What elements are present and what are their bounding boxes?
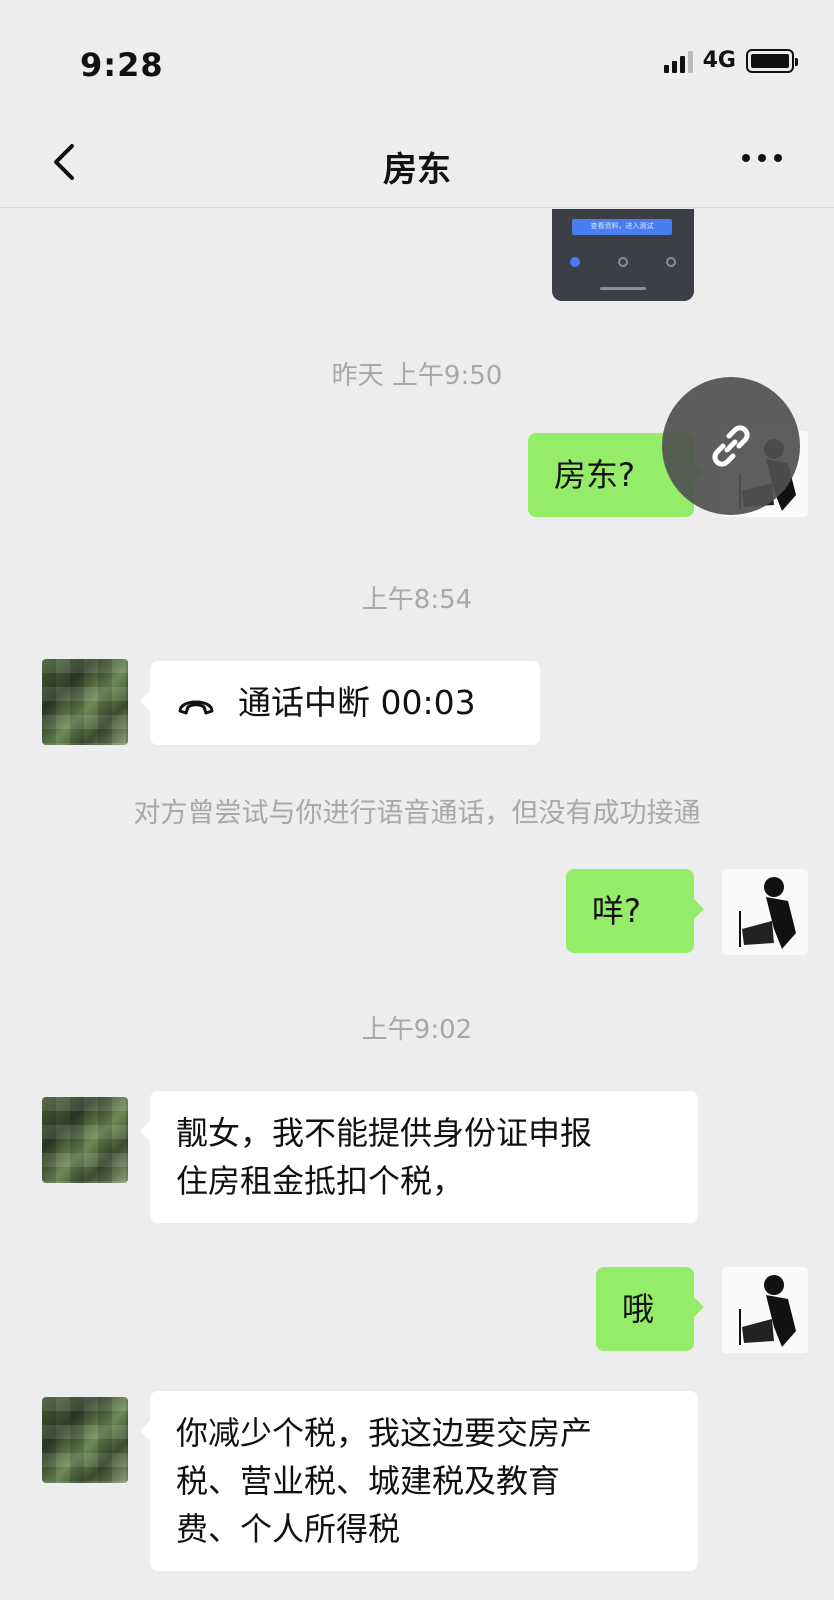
message-line: 税、营业税、城建税及教育: [176, 1462, 561, 1500]
signal-icon: [663, 49, 693, 73]
timestamp: 上午9:02: [361, 1015, 473, 1045]
image-message-thumbnail[interactable]: 查看资料，进入测试: [552, 209, 694, 301]
self-message-bubble[interactable]: 咩?: [566, 869, 704, 953]
message-line: 你减少个税，我这边要交房产: [176, 1414, 593, 1452]
thumbnail-home-indicator: [600, 287, 646, 290]
message-line: 住房租金抵扣个税，: [176, 1162, 465, 1200]
self-avatar[interactable]: [722, 869, 808, 955]
landlord-avatar[interactable]: [42, 1097, 128, 1183]
status-bar: 9:28 4G: [0, 0, 834, 120]
message-list[interactable]: 查看资料，进入测试 昨天 上午9:50 房东? 上午8:54 通话中断 00:0…: [0, 209, 834, 1600]
hangup-phone-icon: [178, 700, 214, 714]
landlord-message-bubble[interactable]: 你减少个税，我这边要交房产 税、营业税、城建税及教育 费、个人所得税: [140, 1391, 698, 1571]
message-line: 靓女，我不能提供身份证申报: [176, 1114, 593, 1152]
ellipsis-icon[interactable]: [742, 148, 792, 168]
chat-title: 房东: [383, 150, 451, 190]
self-message-bubble[interactable]: 哦: [596, 1267, 704, 1351]
status-time: 9:28: [80, 46, 164, 84]
call-message-bubble[interactable]: 通话中断 00:03: [140, 661, 540, 745]
status-indicators: 4G: [663, 48, 798, 73]
message-line: 费、个人所得税: [176, 1510, 401, 1548]
landlord-avatar[interactable]: [42, 1397, 128, 1483]
chat-header: 房东: [0, 120, 834, 208]
network-type: 4G: [702, 48, 736, 73]
thumbnail-button: 查看资料，进入测试: [572, 219, 672, 235]
thumbnail-tab-icons: [570, 257, 676, 267]
landlord-avatar[interactable]: [42, 659, 128, 745]
self-avatar[interactable]: [722, 1267, 808, 1353]
call-status-text: 通话中断 00:03: [238, 683, 476, 722]
landlord-message-bubble[interactable]: 靓女，我不能提供身份证申报 住房租金抵扣个税，: [140, 1091, 698, 1223]
link-icon[interactable]: [662, 377, 800, 515]
battery-icon: [746, 48, 798, 73]
system-note: 对方曾尝试与你进行语音通话，但没有成功接通: [133, 798, 701, 829]
timestamp: 上午8:54: [361, 585, 473, 615]
